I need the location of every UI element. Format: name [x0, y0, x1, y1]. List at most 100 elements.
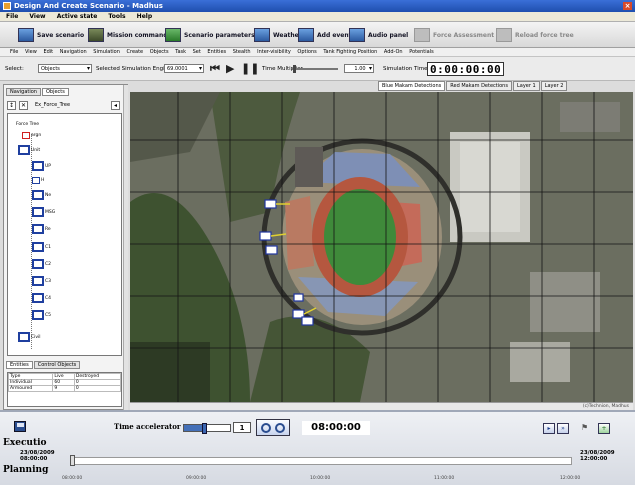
menu2-potentials[interactable]: Potentials	[409, 49, 434, 55]
tree-node[interactable]: C4	[32, 293, 51, 303]
tree-node[interactable]: MSG	[32, 207, 55, 217]
clock-icon	[275, 423, 285, 433]
menu2-tank-fighting[interactable]: Tank Fighting Position	[323, 49, 377, 55]
engine-dropdown[interactable]: 69.0001	[164, 64, 204, 73]
sync-button[interactable]	[256, 419, 290, 436]
menu2-add-on[interactable]: Add-On	[384, 49, 403, 55]
menu2-task[interactable]: Task	[175, 49, 186, 55]
accelerator-value[interactable]: 1	[233, 422, 251, 433]
mission-icon	[88, 28, 104, 42]
menu-file[interactable]: File	[6, 13, 18, 20]
select-dropdown[interactable]: Objects	[38, 64, 92, 73]
timeline-panel: Time accelerator 1 08:00:00 ▸ » ⚑ + Exec…	[0, 410, 635, 485]
tree-node[interactable]: Ne	[32, 190, 51, 200]
fast-forward-button[interactable]: »	[557, 423, 569, 434]
menu2-file[interactable]: File	[10, 49, 18, 55]
menu-view[interactable]: View	[29, 13, 45, 20]
tree-node[interactable]: C5	[32, 310, 51, 320]
timeline-track[interactable]	[70, 457, 572, 465]
unit-icon	[32, 242, 44, 252]
tree-node[interactable]: C2	[32, 259, 51, 269]
save-scenario-button[interactable]: Save scenario	[18, 27, 84, 43]
menu2-navigation[interactable]: Navigation	[60, 49, 87, 55]
entities-tabs: Entities Control Objects	[6, 361, 81, 369]
add-event-icon	[298, 28, 314, 42]
tab-objects[interactable]: Objects	[41, 88, 69, 96]
menu2-simulation[interactable]: Simulation	[93, 49, 120, 55]
planning-label: Planning	[3, 465, 49, 475]
flag-icon[interactable]: ⚑	[581, 423, 588, 432]
add-button[interactable]: +	[598, 423, 610, 434]
simtime-label: Simulation Time	[383, 66, 428, 72]
tree-node[interactable]: C3	[32, 276, 51, 286]
menu2-edit[interactable]: Edit	[43, 49, 53, 55]
unit-marker[interactable]	[293, 293, 304, 302]
satellite-map[interactable]	[130, 92, 633, 402]
menu-tools[interactable]: Tools	[108, 13, 125, 20]
menu2-create[interactable]: Create	[127, 49, 144, 55]
tree-node[interactable]: H	[32, 177, 44, 184]
audio-panel-button[interactable]: Audio panel	[349, 27, 408, 43]
menu2-inter-visibility[interactable]: Inter-visibility	[257, 49, 291, 55]
tab-layer-1[interactable]: Layer 1	[512, 81, 540, 91]
table-row[interactable]: Armoured 9 0	[7, 385, 122, 392]
time-accelerator-slider[interactable]	[183, 423, 231, 434]
tree-scroll-icon[interactable]: ◂	[111, 101, 120, 110]
slider-thumb[interactable]	[201, 423, 207, 434]
tree-tab-label[interactable]: Ex_Force_Tree	[35, 102, 70, 108]
menu2-entities[interactable]: Entities	[207, 49, 226, 55]
tree-node[interactable]: UP	[32, 161, 51, 171]
map-canvas[interactable]	[130, 92, 633, 402]
unit-icon	[32, 276, 44, 286]
menu-active-state[interactable]: Active state	[57, 13, 98, 20]
play-icon[interactable]: ▶	[226, 62, 234, 75]
unit-icon	[32, 224, 44, 234]
pause-icon[interactable]: ❚❚	[241, 62, 259, 75]
left-panel-scrollbar[interactable]	[123, 85, 128, 410]
mission-command-button[interactable]: Mission command	[88, 27, 168, 43]
unit-icon	[32, 207, 44, 217]
multiplier-slider[interactable]	[292, 65, 338, 73]
reload-force-tree-button[interactable]: Reload force tree	[496, 27, 574, 43]
scenario-parameters-button[interactable]: Scenario parameters	[165, 27, 255, 43]
tree-node[interactable]: C1	[32, 242, 51, 252]
assessment-icon	[414, 28, 430, 42]
menu2-set[interactable]: Set	[193, 49, 201, 55]
step-forward-button[interactable]: ▸	[543, 423, 555, 434]
menu2-view[interactable]: View	[25, 49, 37, 55]
menu2-options[interactable]: Options	[297, 49, 316, 55]
grid-cell: Armoured	[7, 385, 54, 392]
engine-label: Selected Simulation Engine	[96, 66, 172, 72]
tab-red-detections[interactable]: Red Makam Detections	[446, 81, 512, 91]
menu-help[interactable]: Help	[137, 13, 152, 20]
tree-node[interactable]: Civil	[18, 332, 41, 342]
force-assessment-button[interactable]: Force Assessment	[414, 27, 494, 43]
add-event-button[interactable]: Add event	[298, 27, 352, 43]
multiplier-value[interactable]: 1.00	[344, 64, 374, 73]
menu2-objects[interactable]: Objects	[150, 49, 169, 55]
weather-button[interactable]: Weather	[254, 27, 302, 43]
timeline-knob[interactable]	[70, 455, 75, 466]
tree-root-label[interactable]: Force Tree	[16, 122, 39, 127]
map-footer: (c)Technion, Madhus	[130, 402, 633, 410]
pin-icon[interactable]: ↕	[7, 101, 16, 110]
rewind-icon[interactable]: ⏮	[210, 62, 220, 76]
tree-node[interactable]: Unit	[18, 145, 40, 155]
menu2-stealth[interactable]: Stealth	[233, 49, 251, 55]
tree-node[interactable]: Re	[32, 224, 51, 234]
tree-node[interactable]: argn	[22, 132, 41, 139]
tab-control-objects[interactable]: Control Objects	[33, 361, 81, 369]
tab-navigation[interactable]: Navigation	[6, 88, 41, 96]
window-title: Design And Create Scenario - Madhus	[14, 2, 163, 10]
civil-unit-icon	[18, 332, 30, 342]
tab-blue-detections[interactable]: Blue Makam Detections	[378, 81, 446, 91]
save-icon[interactable]	[14, 421, 26, 432]
tree-toolbar: ↕ ✕ Ex_Force_Tree ◂	[7, 99, 122, 111]
unit-marker[interactable]	[265, 245, 278, 255]
tick-label: 10:00:00	[310, 476, 331, 481]
close-icon[interactable]: ×	[623, 2, 632, 10]
tab-entities[interactable]: Entities	[6, 361, 33, 369]
unit-marker[interactable]	[301, 316, 314, 326]
cut-icon[interactable]: ✕	[19, 101, 28, 110]
tab-layer-2[interactable]: Layer 2	[540, 81, 568, 91]
